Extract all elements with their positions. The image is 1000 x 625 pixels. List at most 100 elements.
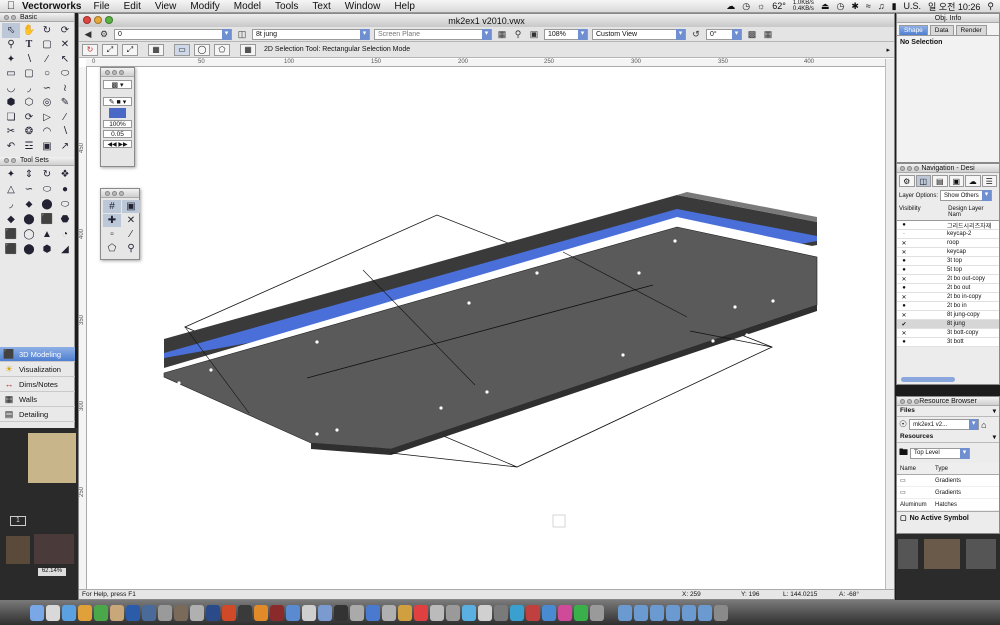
pen-style-combo[interactable]: ✎ ■ ▾ (103, 97, 132, 106)
regular-polygon-tool-icon[interactable]: ⬡ (20, 96, 38, 111)
render-icon[interactable]: ▩ (746, 29, 758, 40)
nurbs-curve-icon[interactable]: ∽ (20, 182, 38, 197)
tab-render[interactable]: Render (955, 25, 987, 35)
opacity-field[interactable]: 100% (103, 120, 132, 128)
visibility-toggle[interactable]: ✕ (897, 249, 911, 256)
cone-icon[interactable]: ▲ (38, 227, 56, 242)
resources-menu-icon[interactable]: ▾ (993, 433, 996, 441)
type-column-header[interactable]: Type (935, 466, 948, 472)
split-tool-icon[interactable]: ✂ (2, 125, 20, 140)
attribute-mapping-icon[interactable]: ✎ (56, 96, 74, 111)
snap-to-angle-icon[interactable]: ✚ (103, 214, 121, 227)
arrowhead-combo[interactable]: ◀◀ ▶▶ (103, 140, 132, 148)
file-combo[interactable]: mk2ex1 v2... (909, 419, 980, 430)
level-combo[interactable]: Top Level (910, 447, 971, 459)
calendar-icon[interactable] (414, 604, 428, 621)
freehand-tool-icon[interactable]: ∽ (38, 81, 56, 96)
disable-interactive-scaling-icon[interactable]: ⤢ (102, 43, 118, 56)
mail-icon[interactable] (110, 604, 124, 621)
visibility-toggle[interactable]: ✕ (897, 276, 911, 283)
layer-row[interactable]: · keycap-2 (897, 230, 999, 239)
word-icon[interactable] (206, 604, 220, 621)
layer-row[interactable]: ● 5t top (897, 266, 999, 275)
rectangular-selection-icon[interactable]: ▭ (174, 43, 190, 56)
visibility-toggle[interactable]: ● (897, 267, 911, 273)
layer-icon[interactable]: ◫ (236, 29, 248, 40)
app-icon[interactable] (350, 604, 364, 621)
plane-combo[interactable]: Screen Plane (374, 28, 492, 40)
visibility-toggle[interactable]: ● (897, 285, 911, 291)
polyline-tool-icon[interactable]: ≀ (56, 81, 74, 96)
fit-icon[interactable]: ▣ (528, 29, 540, 40)
bluetooth-icon[interactable]: ✱ (851, 1, 859, 12)
visibility-toggle[interactable]: ✔ (897, 321, 911, 328)
toolset-detailing[interactable]: ▤ Detailing (0, 407, 75, 422)
basic-palette-title[interactable]: Basic (0, 13, 74, 22)
view-combo[interactable]: Custom View (592, 28, 686, 40)
trash-icon[interactable] (714, 604, 728, 621)
toolset-3d-modeling[interactable]: ⬛ 3D Modeling (0, 347, 75, 362)
visibility-toggle[interactable]: ● (897, 222, 911, 228)
folder-icon[interactable] (682, 604, 696, 621)
toolset-walls[interactable]: ▦ Walls (0, 392, 75, 407)
app-icon[interactable] (302, 604, 316, 621)
hemisphere-icon[interactable]: ◔ (56, 227, 74, 242)
classes-tab-icon[interactable]: ⚙ (899, 175, 915, 187)
layer-row[interactable]: ✕ keycap (897, 248, 999, 257)
eyedropper-tool-icon[interactable]: ✕ (56, 38, 74, 53)
app-icon[interactable] (494, 604, 508, 621)
app-icon[interactable] (574, 604, 588, 621)
mirror-tool-icon[interactable]: ▷ (38, 110, 56, 125)
app-icon[interactable] (478, 604, 492, 621)
resource-row[interactable]: ▭ Gradients (897, 475, 999, 487)
zoom-icon[interactable]: ⚲ (512, 29, 524, 40)
zoom-field[interactable]: 108% (544, 28, 588, 40)
smart-points-icon[interactable]: ✕ (122, 214, 140, 227)
menu-window[interactable]: Window (345, 1, 381, 12)
safari-icon[interactable] (62, 604, 76, 621)
smart-edge-icon[interactable]: ∕ (122, 228, 140, 241)
chamfer-edge-icon[interactable]: ⬥ (20, 197, 38, 212)
spiral-tool-icon[interactable]: ◎ (38, 96, 56, 111)
trim-tool-icon[interactable]: ☲ (20, 139, 38, 154)
3d-locus-icon[interactable]: ❖ (56, 167, 74, 182)
pen-color-swatch[interactable] (109, 108, 126, 118)
toolset-visualization[interactable]: ☀ Visualization (0, 362, 75, 377)
minimize-window-icon[interactable] (94, 16, 102, 24)
app-icon[interactable] (542, 604, 556, 621)
references-tab-icon[interactable]: ☁ (965, 175, 981, 187)
subtract-solid-icon[interactable]: ⬤ (20, 212, 38, 227)
connect-tool-icon[interactable]: ❂ (20, 125, 38, 140)
dashboard-icon[interactable] (46, 604, 60, 621)
arc-tool-icon[interactable]: ◡ (2, 81, 20, 96)
layer-row[interactable]: ● 2t bo out (897, 284, 999, 293)
chrome-icon[interactable] (94, 604, 108, 621)
app-icon[interactable] (366, 604, 380, 621)
box-icon[interactable]: ⬛ (2, 242, 20, 257)
polygon-tool-icon[interactable]: ⬢ (2, 96, 20, 111)
app-icon[interactable] (526, 604, 540, 621)
horizontal-scroll-thumb[interactable] (901, 377, 955, 382)
intersect-solid-icon[interactable]: ⬣ (56, 212, 74, 227)
resource-row[interactable]: Aluminum Hatches (897, 499, 999, 511)
battery-icon[interactable]: ▮ (892, 1, 897, 12)
layers-tab-icon[interactable]: ◫ (915, 175, 931, 187)
layer-row[interactable]: ● 3t top (897, 257, 999, 266)
zoom-window-icon[interactable] (105, 16, 113, 24)
visibility-toggle[interactable]: ✕ (897, 312, 911, 319)
double-line-tool-icon[interactable]: ∕ (38, 52, 56, 67)
polygonal-selection-icon[interactable]: ⬠ (214, 43, 230, 56)
menu-text[interactable]: Text (312, 1, 330, 12)
app-icon[interactable] (382, 604, 396, 621)
loft-icon[interactable]: ⬭ (56, 197, 74, 212)
rotate-plane-icon[interactable]: ↺ (690, 29, 702, 40)
navigation-title[interactable]: Navigation - Desi (897, 164, 999, 173)
menu-help[interactable]: Help (394, 1, 415, 12)
app-icon[interactable] (318, 604, 332, 621)
layer-options-combo[interactable]: Show Others (940, 190, 993, 201)
snap-to-tangent-icon[interactable]: ⬠ (103, 242, 121, 255)
menu-edit[interactable]: Edit (124, 1, 141, 12)
text-tool-icon[interactable]: T (20, 38, 38, 53)
menu-view[interactable]: View (155, 1, 177, 12)
layer-row[interactable]: ✕ 3t bott-copy (897, 329, 999, 338)
